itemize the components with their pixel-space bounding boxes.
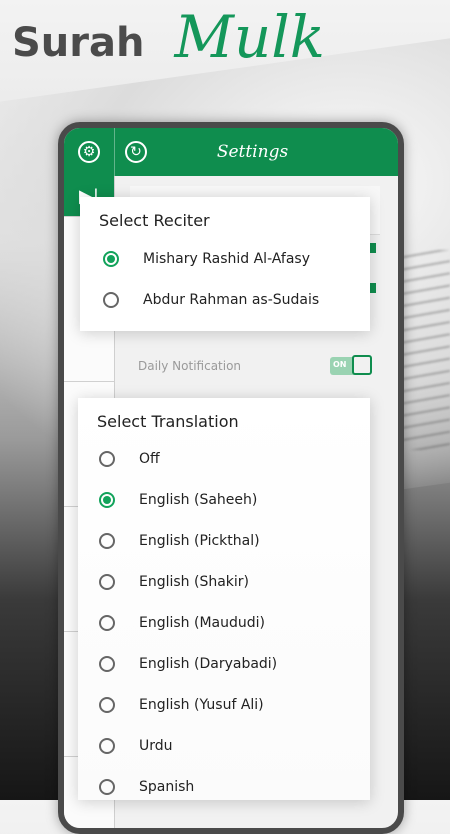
translation-option-saheeh[interactable]: English (Saheeh) <box>99 479 370 520</box>
gear-icon: ⚙ <box>78 141 100 163</box>
reciter-option-label: Mishary Rashid Al-Afasy <box>143 250 310 267</box>
radio-unselected[interactable] <box>103 291 119 308</box>
radio-unselected[interactable] <box>99 655 115 672</box>
translation-option-label: English (Daryabadi) <box>139 655 278 672</box>
translation-option-urdu[interactable]: Urdu <box>99 725 370 766</box>
row-indicator <box>370 283 376 293</box>
settings-button[interactable]: ⚙ <box>64 128 115 176</box>
translation-option-label: English (Maududi) <box>139 614 265 631</box>
translation-option-off[interactable]: Off <box>99 438 370 479</box>
page-title: Settings <box>216 142 289 162</box>
radio-unselected[interactable] <box>99 696 115 713</box>
translation-option-yusuf-ali[interactable]: English (Yusuf Ali) <box>99 684 370 725</box>
radio-selected[interactable] <box>103 250 119 267</box>
reciter-option-sudais[interactable]: Abdur Rahman as-Sudais <box>103 279 370 320</box>
translation-dialog-title: Select Translation <box>97 412 239 431</box>
radio-unselected[interactable] <box>99 573 115 590</box>
divider <box>64 381 114 382</box>
translation-option-shakir[interactable]: English (Shakir) <box>99 561 370 602</box>
translation-option-label: English (Shakir) <box>139 573 250 590</box>
translation-option-spanish[interactable]: Spanish <box>99 766 370 807</box>
translation-option-daryabadi[interactable]: English (Daryabadi) <box>99 643 370 684</box>
radio-unselected[interactable] <box>99 532 115 549</box>
translation-option-label: Off <box>139 450 160 467</box>
translation-option-label: English (Saheeh) <box>139 491 258 508</box>
toggle-knob <box>352 355 372 375</box>
toggle-state-text: ON <box>333 360 347 369</box>
translation-option-label: Spanish <box>139 778 195 795</box>
headline-word-mulk: Mulk <box>174 3 325 71</box>
reciter-option-afasy[interactable]: Mishary Rashid Al-Afasy <box>103 238 370 279</box>
translation-option-label: Urdu <box>139 737 173 754</box>
daily-notification-row[interactable]: Daily Notification ON <box>130 344 380 388</box>
radio-unselected[interactable] <box>99 778 115 795</box>
translation-option-label: English (Yusuf Ali) <box>139 696 264 713</box>
radio-selected[interactable] <box>99 491 115 508</box>
select-reciter-dialog: Select Reciter Mishary Rashid Al-Afasy A… <box>80 197 370 331</box>
reciter-option-label: Abdur Rahman as-Sudais <box>143 291 320 308</box>
select-translation-dialog: Select Translation Off English (Saheeh) … <box>78 398 370 800</box>
translation-option-maududi[interactable]: English (Maududi) <box>99 602 370 643</box>
translation-option-pickthal[interactable]: English (Pickthal) <box>99 520 370 561</box>
headline-word-surah: Surah <box>12 20 145 66</box>
translation-option-label: English (Pickthal) <box>139 532 260 549</box>
daily-notification-label: Daily Notification <box>138 359 242 373</box>
refresh-icon[interactable]: ↻ <box>125 141 147 163</box>
radio-unselected[interactable] <box>99 737 115 754</box>
row-indicator <box>370 243 376 253</box>
radio-unselected[interactable] <box>99 450 115 467</box>
radio-unselected[interactable] <box>99 614 115 631</box>
daily-notification-toggle[interactable]: ON <box>330 355 372 375</box>
app-bar: ⚙ ↻ Settings <box>64 128 398 176</box>
promo-headline: Surah Mulk <box>12 8 325 66</box>
reciter-dialog-title: Select Reciter <box>99 211 210 230</box>
